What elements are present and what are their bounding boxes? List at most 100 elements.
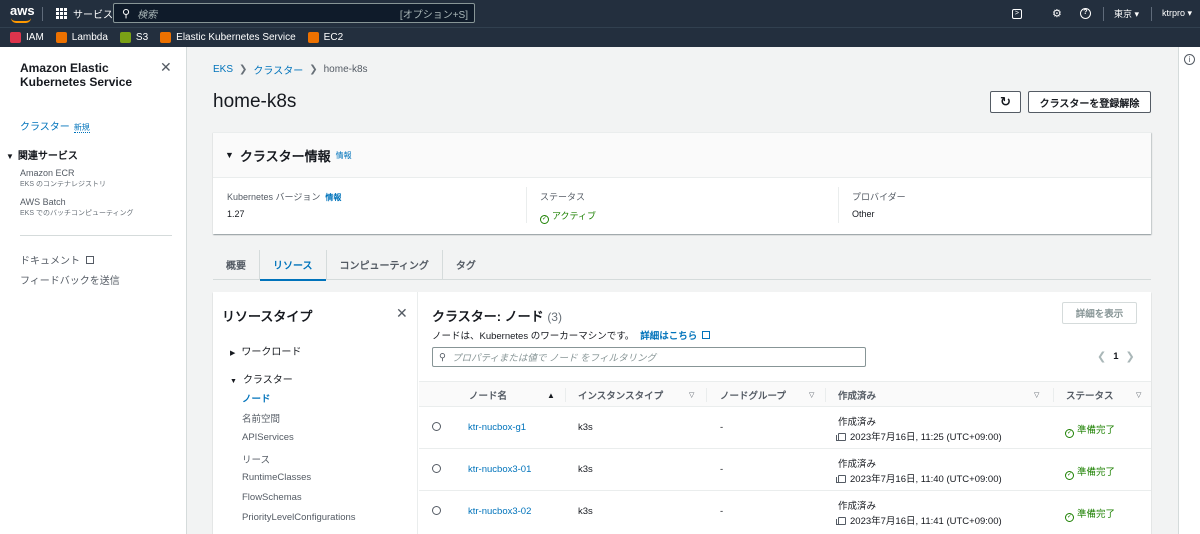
bell-icon[interactable]: ⚙	[1046, 7, 1068, 20]
row-select-radio[interactable]	[432, 422, 441, 431]
tab-compute[interactable]: コンピューティング	[327, 249, 443, 280]
bookmark-item[interactable]: EC2	[307, 32, 343, 43]
resource-type-nodes[interactable]: ノード	[242, 391, 271, 405]
success-icon: ✓	[1065, 513, 1074, 522]
node-name-link[interactable]: ktr-nucbox3-01	[468, 464, 531, 475]
bookmark-service-icon	[307, 32, 319, 43]
sidebar-item-batch[interactable]: AWS Batch EKS でのバッチコンピューティング	[20, 197, 134, 218]
resource-type-namespaces[interactable]: 名前空間	[242, 411, 280, 425]
learn-more-label: 詳細はこちら	[640, 331, 698, 342]
bookmark-item[interactable]: Lambda	[55, 32, 108, 43]
external-link-icon	[85, 256, 94, 264]
column-label: インスタンスタイプ	[578, 391, 664, 402]
bookmark-service-icon	[160, 32, 172, 43]
resource-type-prioritylevelconfigurations[interactable]: PriorityLevelConfigurations	[242, 512, 356, 523]
chevron-right-icon[interactable]: ❯	[1126, 350, 1135, 363]
learn-more-link[interactable]: 詳細はこちら	[640, 331, 710, 342]
filter-placeholder: プロパティまたは値で ノード をフィルタリング	[451, 353, 656, 364]
node-name-link[interactable]: ktr-nucbox-g1	[468, 422, 526, 433]
table-row[interactable]: ktr-nucbox3-01 k3s - 作成済み 2023年7月16日, 11:…	[419, 449, 1151, 491]
services-grid-icon[interactable]	[56, 8, 67, 19]
region-selector[interactable]: 東京 ▾	[1114, 7, 1139, 20]
top-navigation-bar: aws サービス ⚲ 検索 [オプション+S] > ⚙ ? 東京 ▾ ktrpr…	[0, 0, 1200, 27]
resource-type-apiservices[interactable]: APIServices	[242, 432, 294, 443]
copy-icon[interactable]	[836, 475, 846, 483]
info-icon[interactable]: i	[1184, 54, 1195, 65]
close-icon[interactable]: ✕	[160, 59, 172, 76]
close-icon[interactable]: ✕	[396, 305, 408, 322]
resource-type-nav: リソースタイプ ✕ ▶ ワークロード ▼ クラスター ノード 名前空間 APISer…	[213, 292, 418, 534]
node-name-link[interactable]: ktr-nucbox3-02	[468, 506, 531, 517]
favorites-bar: IAM Lambda S3 Elastic Kubernetes Service EC2	[0, 27, 1200, 47]
created-label: 作成済み	[838, 501, 877, 512]
deregister-cluster-button[interactable]: クラスターを登録解除	[1028, 91, 1151, 113]
cluster-info-header[interactable]: ▼ クラスター情報 情報	[213, 133, 1151, 178]
refresh-icon: ↻	[1000, 94, 1011, 109]
row-select-radio[interactable]	[432, 464, 441, 473]
table-row[interactable]: ktr-nucbox3-02 k3s - 作成済み 2023年7月16日, 11:…	[419, 491, 1151, 533]
info-link[interactable]: 情報	[336, 150, 352, 161]
provider-value: Other	[852, 209, 875, 219]
k8s-version-label: Kubernetes バージョン	[227, 192, 321, 202]
success-icon: ✓	[540, 215, 549, 224]
cluster-info-title: クラスター情報	[239, 148, 331, 164]
search-input[interactable]: ⚲ 検索 [オプション+S]	[113, 3, 475, 23]
column-created[interactable]: 作成済み ▽	[838, 382, 1048, 408]
view-details-button[interactable]: 詳細を表示	[1062, 302, 1137, 324]
aws-logo[interactable]: aws	[10, 4, 35, 24]
created-value: 2023年7月16日, 11:40 (UTC+09:00)	[850, 474, 1002, 485]
chevron-right-icon: ❯	[309, 64, 318, 75]
breadcrumb-eks[interactable]: EKS	[213, 64, 233, 75]
column-status[interactable]: ステータス ▽	[1066, 382, 1148, 408]
external-link-icon	[701, 331, 710, 339]
table-row[interactable]: ktr-nucbox-g1 k3s - 作成済み 2023年7月16日, 11:2…	[419, 407, 1151, 449]
bookmark-service-icon	[55, 32, 67, 43]
resource-type-runtimeclasses[interactable]: RuntimeClasses	[242, 472, 311, 483]
provider-label: プロバイダー	[852, 192, 906, 202]
row-select-radio[interactable]	[432, 506, 441, 515]
column-node-name[interactable]: ノード名 ▲	[469, 382, 557, 408]
documentation-link[interactable]: ドキュメント	[20, 252, 94, 267]
bookmark-item[interactable]: Elastic Kubernetes Service	[160, 32, 296, 43]
sidebar-item-label: Amazon ECR	[20, 168, 75, 178]
sidebar-item-clusters[interactable]: クラスター 新規	[20, 118, 90, 133]
breadcrumb-clusters[interactable]: クラスター	[253, 62, 303, 77]
cloudshell-icon[interactable]: >	[1011, 8, 1022, 19]
resource-type-flowschemas[interactable]: FlowSchemas	[242, 492, 302, 503]
resource-group-cluster[interactable]: ▼ クラスター	[230, 371, 293, 386]
copy-icon[interactable]	[836, 433, 846, 441]
sidebar-item-ecr[interactable]: Amazon ECR EKS のコンテナレジストリ	[20, 168, 106, 189]
sidebar-item-desc: EKS のコンテナレジストリ	[20, 181, 106, 188]
group-label: クラスター	[242, 375, 293, 386]
account-menu[interactable]: ktrpro ▾	[1162, 8, 1192, 19]
created-cell: 作成済み 2023年7月16日, 11:25 (UTC+09:00)	[836, 415, 1002, 445]
chevron-left-icon[interactable]: ❮	[1097, 350, 1106, 363]
new-badge: 新規	[73, 123, 90, 133]
related-services-toggle[interactable]: ▼ 関連サービス	[6, 147, 78, 162]
bookmark-label: Elastic Kubernetes Service	[176, 32, 296, 43]
tab-resources[interactable]: リソース	[260, 249, 327, 281]
status-text: 準備完了	[1077, 425, 1116, 436]
caret-down-icon: ▼	[6, 152, 14, 161]
instance-type: k3s	[578, 506, 593, 517]
bookmark-service-icon	[10, 32, 21, 43]
tab-overview[interactable]: 概要	[213, 249, 260, 280]
tools-panel: i	[1178, 47, 1200, 534]
page-number[interactable]: 1	[1113, 351, 1118, 362]
column-instance-type[interactable]: インスタンスタイプ ▽	[578, 382, 698, 408]
info-link[interactable]: 情報	[325, 193, 341, 202]
refresh-button[interactable]: ↻	[990, 91, 1021, 113]
bookmark-label: S3	[135, 32, 149, 43]
bookmark-item[interactable]: IAM	[10, 32, 44, 43]
feedback-link[interactable]: フィードバックを送信	[20, 272, 120, 287]
bookmark-item[interactable]: S3	[119, 32, 149, 43]
copy-icon[interactable]	[836, 517, 846, 525]
resource-type-leases[interactable]: リース	[242, 452, 270, 466]
help-icon[interactable]: ?	[1079, 8, 1091, 19]
filter-input[interactable]: ⚲ プロパティまたは値で ノード をフィルタリング	[432, 347, 866, 367]
column-node-group[interactable]: ノードグループ ▽	[720, 382, 820, 408]
services-menu[interactable]: サービス	[73, 6, 113, 21]
tab-tags[interactable]: タグ	[443, 250, 489, 280]
resource-group-workloads[interactable]: ▶ ワークロード	[230, 343, 301, 358]
nodes-title-text: クラスター: ノード	[432, 309, 544, 324]
